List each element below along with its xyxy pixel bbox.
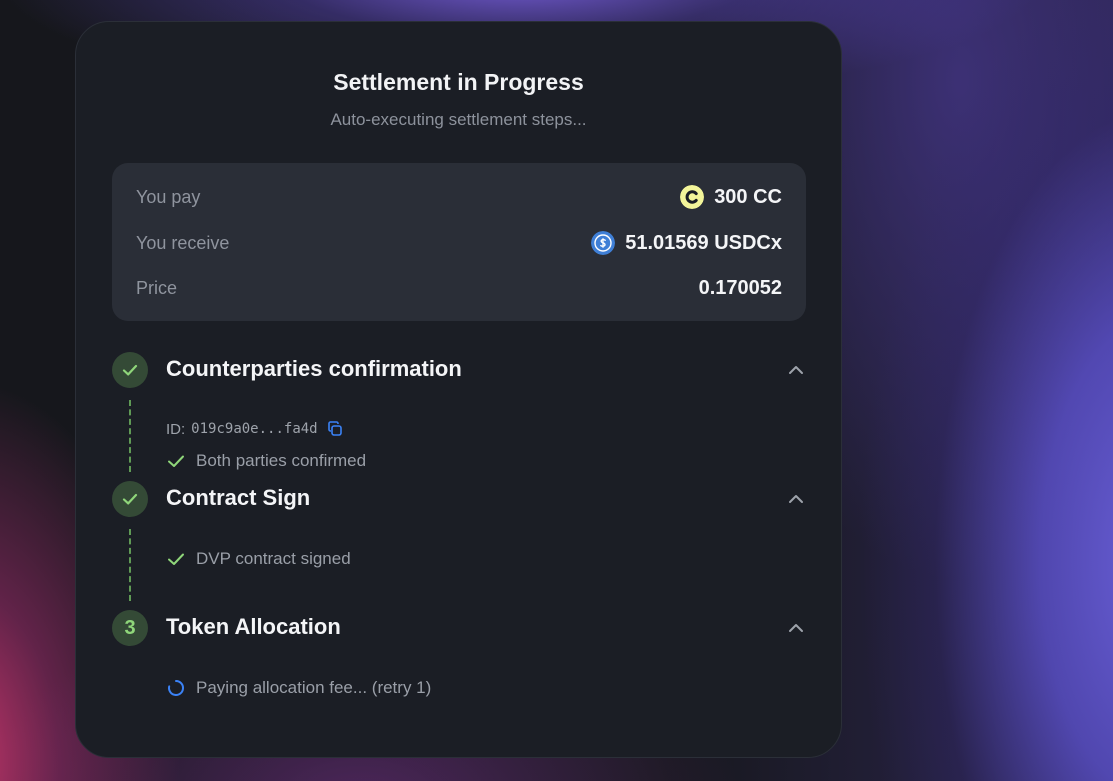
page-title: Settlement in Progress bbox=[333, 69, 584, 95]
trade-summary: You pay 300 CC You receive 51.01569 USDC… bbox=[112, 163, 806, 321]
pay-row: You pay 300 CC bbox=[136, 182, 782, 212]
cc-coin-icon bbox=[680, 185, 705, 209]
step-detail: Both parties confirmed bbox=[166, 451, 366, 471]
step-detail-text: DVP contract signed bbox=[196, 549, 351, 568]
pay-label: You pay bbox=[136, 186, 201, 207]
pay-amount: 300 CC bbox=[714, 185, 782, 208]
pay-value: 300 CC bbox=[680, 185, 782, 209]
step-complete-badge bbox=[112, 352, 148, 388]
receive-label: You receive bbox=[136, 232, 230, 253]
receive-row: You receive 51.01569 USDCx bbox=[136, 228, 782, 258]
step-detail-text: Paying allocation fee... (retry 1) bbox=[196, 678, 432, 697]
id-label: ID: bbox=[166, 420, 186, 438]
id-value: 019c9a0e...fa4d bbox=[191, 421, 318, 437]
check-icon bbox=[168, 553, 184, 565]
page-subtitle: Auto-executing settlement steps... bbox=[330, 110, 587, 129]
loading-spinner-icon bbox=[168, 680, 185, 696]
usdc-coin-icon bbox=[591, 231, 616, 255]
price-label: Price bbox=[136, 277, 178, 298]
step-connector bbox=[129, 400, 131, 472]
copy-icon[interactable] bbox=[326, 420, 344, 438]
step-connector bbox=[129, 529, 131, 601]
chevron-up-icon[interactable] bbox=[786, 489, 806, 509]
step-number-badge: 3 bbox=[112, 610, 148, 646]
step-detail: DVP contract signed bbox=[166, 549, 351, 569]
counterparty-id: ID: 019c9a0e...fa4d bbox=[166, 420, 344, 438]
settlement-card: Settlement in Progress Auto-executing se… bbox=[75, 21, 842, 758]
settlement-steps: Counterparties confirmation ID: 019c9a0e… bbox=[112, 352, 806, 697]
step-title: Counterparties confirmation bbox=[166, 356, 462, 381]
step-complete-badge bbox=[112, 481, 148, 517]
price-value: 0.170052 bbox=[698, 276, 782, 299]
price-row: Price 0.170052 bbox=[136, 273, 782, 303]
check-icon bbox=[122, 493, 138, 505]
step-detail: Paying allocation fee... (retry 1) bbox=[166, 678, 431, 698]
chevron-up-icon[interactable] bbox=[786, 360, 806, 380]
receive-amount: 51.01569 USDCx bbox=[625, 231, 782, 254]
check-icon bbox=[122, 364, 138, 376]
step-title: Token Allocation bbox=[166, 614, 341, 639]
step-detail-text: Both parties confirmed bbox=[196, 451, 367, 470]
chevron-up-icon[interactable] bbox=[786, 618, 806, 638]
receive-value: 51.01569 USDCx bbox=[591, 231, 782, 255]
check-icon bbox=[168, 455, 184, 467]
step-title: Contract Sign bbox=[166, 485, 311, 510]
